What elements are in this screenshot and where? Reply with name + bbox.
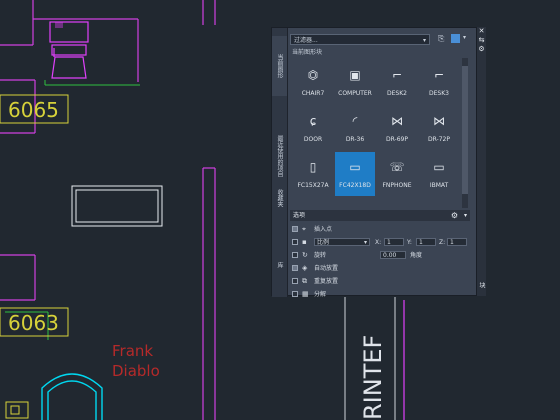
angle-field[interactable]: 0.00 (380, 251, 406, 259)
chevron-down-icon[interactable]: ▾ (423, 35, 426, 46)
vertical-label: RINTEF (359, 335, 387, 420)
block-grid: ⏣ CHAIR7 ▣ COMPUTER ⌐ DESK2 ⌐ DESK3 ɕ DO… (290, 60, 464, 208)
cyan-chair-block (41, 373, 103, 420)
y-label: Y: (407, 239, 412, 246)
rectangle-icon: ▭ (349, 160, 361, 174)
view-chevron-down-icon[interactable]: ▾ (463, 34, 466, 41)
insertion-point-checkbox[interactable] (292, 226, 298, 232)
block-fnphone[interactable]: ☏ FNPHONE (377, 152, 417, 196)
option-explode[interactable]: ▦ 分解 (292, 289, 468, 300)
door-icon: ɕ (309, 114, 317, 128)
walls (0, 0, 216, 420)
block-dr-36[interactable]: ◜ DR-36 (335, 106, 375, 150)
section-label: 当前图形块 (292, 49, 323, 56)
block-chair7[interactable]: ⏣ CHAIR7 (293, 60, 333, 104)
x-label: X: (375, 239, 382, 246)
rectangle-icon: ▭ (433, 160, 445, 174)
desk-icon: ⌐ (433, 68, 445, 82)
close-icon[interactable]: ✕ (477, 27, 486, 35)
palette-title: 块 (478, 282, 485, 288)
fnphone-icon: ☏ (389, 160, 405, 174)
auto-place-checkbox[interactable] (292, 265, 298, 271)
block-dr-69p[interactable]: ⋈ DR-69P (377, 106, 417, 150)
rotation-checkbox[interactable] (292, 252, 298, 258)
palette-titlebar[interactable]: ✕ ⇆ ⚙ 块 (477, 27, 486, 296)
double-door-icon: ⋈ (433, 114, 445, 128)
desk-icon: ⌐ (391, 68, 403, 82)
z-field[interactable]: 1 (447, 238, 467, 246)
scale-checkbox[interactable] (292, 239, 298, 245)
block-palette[interactable]: 当前图形 最近使用的项目 收藏夹 库 过滤器... ▾ ⎘ ▾ 当前图形块 ⏣ … (271, 27, 477, 298)
chevron-down-icon[interactable]: ▾ (364, 239, 367, 247)
rotate-icon: ↻ (302, 251, 308, 259)
option-insertion-point[interactable]: ⌖ 插入点 (292, 224, 468, 235)
repeat-place-checkbox[interactable] (292, 278, 298, 284)
block-computer[interactable]: ▣ COMPUTER (335, 60, 375, 104)
x-field[interactable]: 1 (384, 238, 404, 246)
scale-icon: ▪ (302, 238, 307, 246)
repeat-icon: ⧉ (302, 277, 307, 285)
tab-current-drawing[interactable]: 当前图形 (272, 36, 287, 96)
insertion-point-icon: ⌖ (302, 225, 306, 233)
room-number-6063: 6063 (8, 311, 59, 335)
block-dr-72p[interactable]: ⋈ DR-72P (419, 106, 459, 150)
chevron-down-icon[interactable]: ▾ (464, 210, 467, 221)
properties-icon[interactable]: ⚙ (477, 45, 486, 53)
option-repeat-place[interactable]: ⧉ 重复放置 (292, 276, 468, 287)
import-icon[interactable]: ⎘ (438, 34, 444, 44)
scale-select[interactable]: 比例 ▾ (314, 238, 370, 246)
tab-library[interactable]: 库 (272, 250, 287, 280)
option-rotation[interactable]: ↻ 旋转 0.00 角度 (292, 250, 468, 261)
autohide-icon[interactable]: ⇆ (477, 36, 486, 44)
name-label-first: Frank (112, 342, 153, 360)
option-scale[interactable]: ▪ 比例 ▾ X: 1 Y: 1 Z: 1 (292, 237, 468, 248)
explode-checkbox[interactable] (292, 291, 298, 297)
palette-side-tabs: 当前图形 最近使用的项目 收藏夹 库 (272, 28, 288, 297)
phone-icon: ▯ (309, 160, 317, 174)
grid-scrollbar[interactable] (462, 58, 468, 208)
double-door-icon: ⋈ (391, 114, 403, 128)
auto-place-icon: ◈ (302, 264, 308, 272)
options-header[interactable]: 选项 ⚙ ▾ (290, 210, 470, 221)
chair-icon: ⏣ (307, 68, 319, 82)
explode-icon: ▦ (302, 290, 309, 298)
block-desk3[interactable]: ⌐ DESK3 (419, 60, 459, 104)
angle-label: 角度 (410, 252, 423, 259)
room-number-6065: 6065 (8, 98, 59, 122)
filter-input[interactable]: 过滤器... ▾ (290, 34, 430, 45)
block-desk2[interactable]: ⌐ DESK2 (377, 60, 417, 104)
chair-block (49, 21, 89, 79)
computer-icon: ▣ (349, 68, 361, 82)
name-label-last: Diablo (112, 362, 160, 380)
phone-block (5, 401, 29, 419)
view-icon[interactable] (451, 34, 460, 43)
door-swing-icon: ◜ (352, 114, 358, 128)
block-door[interactable]: ɕ DOOR (293, 106, 333, 150)
tab-favorites[interactable]: 收藏夹 (272, 178, 287, 218)
gear-icon[interactable]: ⚙ (451, 210, 458, 221)
block-ibmat[interactable]: ▭ IBMAT (419, 152, 459, 196)
block-fc42x18d[interactable]: ▭ FC42X18D (335, 152, 375, 196)
scroll-thumb[interactable] (462, 66, 468, 194)
filter-text: 过滤器... (294, 37, 318, 44)
y-field[interactable]: 1 (416, 238, 436, 246)
block-fc15x27a[interactable]: ▯ FC15X27A (293, 152, 333, 196)
options-label: 选项 (293, 212, 306, 219)
z-label: Z: (439, 239, 446, 246)
option-auto-place[interactable]: ◈ 自动放置 (292, 263, 468, 274)
table-block (71, 185, 163, 227)
